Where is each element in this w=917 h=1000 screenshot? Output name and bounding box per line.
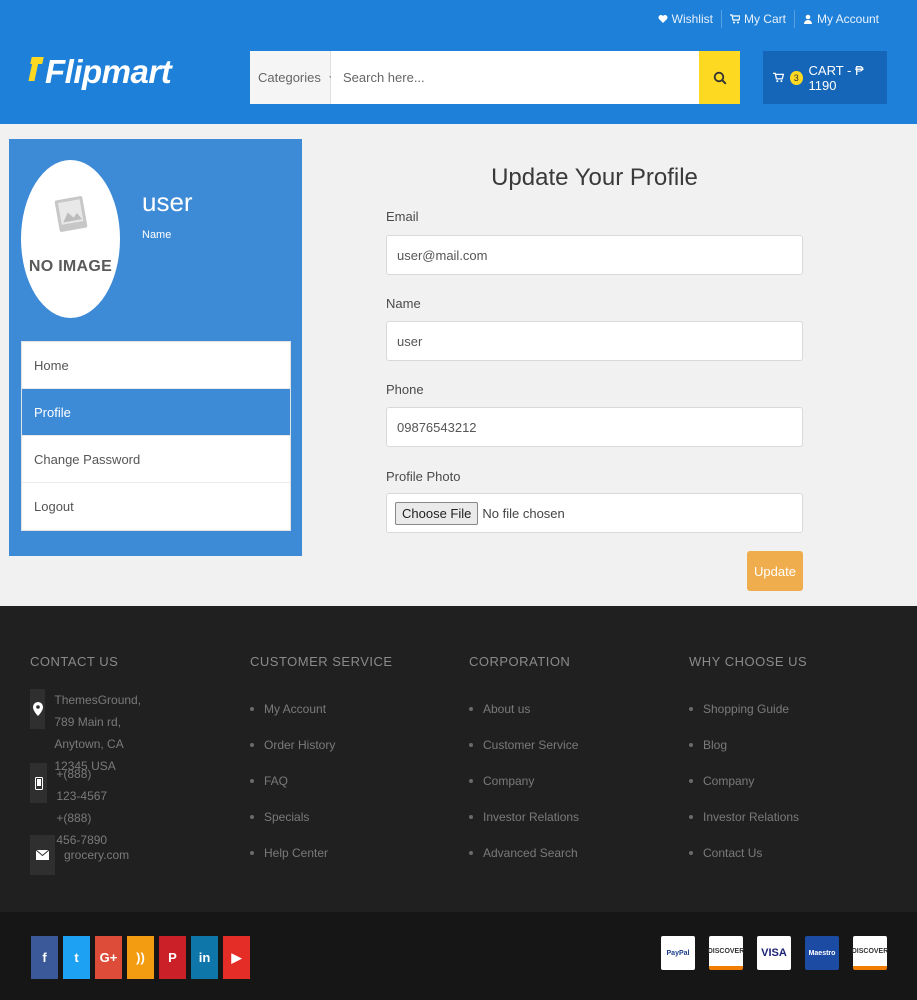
no-file-chosen-text: No file chosen bbox=[482, 505, 565, 521]
customer-service-column: CUSTOMER SERVICE My Account Order Histor… bbox=[250, 654, 393, 871]
why-choose-us-list: Shopping Guide Blog Company Investor Rel… bbox=[689, 691, 807, 871]
pinterest-icon[interactable]: P bbox=[159, 936, 186, 979]
customer-service-list: My Account Order History FAQ Specials He… bbox=[250, 691, 393, 871]
avatar: NO IMAGE bbox=[21, 160, 120, 318]
site-logo[interactable]: Flipmart bbox=[28, 53, 172, 91]
categories-dropdown[interactable]: Categories bbox=[250, 51, 335, 104]
update-button[interactable]: Update bbox=[747, 551, 803, 591]
footer-link[interactable]: Help Center bbox=[250, 835, 393, 871]
facebook-icon[interactable]: f bbox=[31, 936, 58, 979]
sidebar-item-profile[interactable]: Profile bbox=[22, 389, 290, 436]
cart-icon bbox=[729, 14, 740, 24]
profile-photo-label: Profile Photo bbox=[386, 469, 461, 484]
twitter-icon[interactable]: t bbox=[63, 936, 90, 979]
phone-1: +(888) 123-4567 bbox=[56, 767, 108, 803]
footer-link[interactable]: My Account bbox=[250, 691, 393, 727]
wishlist-label: Wishlist bbox=[671, 12, 713, 26]
wishlist-link[interactable]: Wishlist bbox=[650, 10, 721, 28]
phone-field[interactable] bbox=[386, 407, 803, 447]
my-account-link[interactable]: My Account bbox=[793, 10, 887, 28]
footer-bottom-bar: f t G+ )) P in ▶ PayPal DISCOVER VISA Ma… bbox=[0, 912, 917, 1000]
payment-methods: PayPal DISCOVER VISA Maestro DISCOVER bbox=[661, 936, 888, 970]
rss-icon[interactable]: )) bbox=[127, 936, 154, 979]
paypal-icon: PayPal bbox=[661, 936, 695, 970]
phone-label: Phone bbox=[386, 382, 424, 397]
name-label: Name bbox=[386, 296, 421, 311]
footer-link[interactable]: Contact Us bbox=[689, 835, 807, 871]
footer-link[interactable]: Shopping Guide bbox=[689, 691, 807, 727]
youtube-icon[interactable]: ▶ bbox=[223, 936, 250, 979]
heart-icon bbox=[658, 15, 668, 23]
my-cart-label: My Cart bbox=[743, 12, 786, 26]
user-name: user bbox=[142, 187, 193, 217]
image-placeholder-icon bbox=[54, 196, 88, 232]
logo-text: Flipmart bbox=[45, 53, 172, 90]
footer-link[interactable]: Investor Relations bbox=[689, 799, 807, 835]
address-line-1: ThemesGround, 789 Main rd, bbox=[54, 693, 142, 729]
my-account-label: My Account bbox=[816, 12, 879, 26]
corporation-column: CORPORATION About us Customer Service Co… bbox=[469, 654, 579, 871]
footer-link[interactable]: Advanced Search bbox=[469, 835, 579, 871]
search-button[interactable] bbox=[699, 51, 740, 104]
cart-total: CART - ₱ 1190 bbox=[808, 62, 864, 93]
social-links: f t G+ )) P in ▶ bbox=[31, 936, 250, 979]
choose-file-button[interactable]: Choose File bbox=[395, 501, 479, 525]
user-name-caption: Name bbox=[142, 229, 172, 241]
cart-button[interactable]: 3 CART - ₱ 1190 bbox=[763, 51, 887, 104]
contact-us-heading: CONTACT US bbox=[30, 654, 119, 669]
search-icon bbox=[713, 71, 727, 85]
corporation-heading: CORPORATION bbox=[469, 654, 571, 669]
email-label: Email bbox=[386, 209, 419, 224]
sidebar-item-logout[interactable]: Logout bbox=[22, 483, 290, 530]
cart-count-badge: 3 bbox=[789, 70, 803, 85]
why-choose-us-heading: WHY CHOOSE US bbox=[689, 654, 808, 669]
site-footer: CONTACT US ThemesGround, 789 Main rd, An… bbox=[0, 606, 917, 912]
sidebar-item-home[interactable]: Home bbox=[22, 342, 290, 389]
no-image-label: NO IMAGE bbox=[28, 258, 113, 275]
search-input[interactable] bbox=[331, 51, 699, 104]
logo-mark-icon bbox=[28, 57, 44, 87]
google-plus-icon[interactable]: G+ bbox=[95, 936, 122, 979]
envelope-icon bbox=[30, 835, 55, 875]
footer-link[interactable]: Customer Service bbox=[469, 727, 579, 763]
email-row: grocery.com bbox=[30, 835, 129, 875]
email-field[interactable] bbox=[386, 235, 803, 275]
categories-label: Categories bbox=[258, 70, 321, 85]
corporation-list: About us Customer Service Company Invest… bbox=[469, 691, 579, 871]
sidebar-menu: Home Profile Change Password Logout bbox=[21, 341, 291, 531]
contact-us-column: CONTACT US ThemesGround, 789 Main rd, An… bbox=[30, 654, 141, 875]
footer-link[interactable]: Company bbox=[689, 763, 807, 799]
page-title: Update Your Profile bbox=[491, 164, 698, 191]
mobile-phone-icon bbox=[30, 763, 48, 803]
footer-link[interactable]: Investor Relations bbox=[469, 799, 579, 835]
maestro-icon: Maestro bbox=[805, 936, 839, 970]
profile-sidebar: NO IMAGE user Name Home Profile Change P… bbox=[9, 139, 302, 556]
profile-photo-input: Choose File No file chosen bbox=[386, 493, 803, 533]
email-link[interactable]: grocery.com bbox=[64, 835, 129, 875]
footer-link[interactable]: FAQ bbox=[250, 763, 393, 799]
site-header: Wishlist My Cart My Account Flipmart Cat… bbox=[0, 0, 917, 124]
footer-link[interactable]: About us bbox=[469, 691, 579, 727]
footer-link[interactable]: Blog bbox=[689, 727, 807, 763]
user-icon bbox=[803, 14, 812, 24]
my-cart-link[interactable]: My Cart bbox=[720, 10, 794, 28]
search-bar: Categories bbox=[250, 51, 740, 104]
sidebar-item-change-password[interactable]: Change Password bbox=[22, 436, 290, 483]
cart-icon bbox=[773, 72, 784, 83]
visa-icon: VISA bbox=[757, 936, 791, 970]
footer-link[interactable]: Company bbox=[469, 763, 579, 799]
top-links: Wishlist My Cart My Account bbox=[650, 10, 887, 28]
name-field[interactable] bbox=[386, 321, 803, 361]
customer-service-heading: CUSTOMER SERVICE bbox=[250, 654, 393, 669]
footer-link[interactable]: Specials bbox=[250, 799, 393, 835]
map-marker-icon bbox=[30, 689, 46, 729]
discover-icon: DISCOVER bbox=[708, 936, 744, 970]
footer-link[interactable]: Order History bbox=[250, 727, 393, 763]
discover-icon: DISCOVER bbox=[852, 936, 888, 970]
linkedin-icon[interactable]: in bbox=[191, 936, 218, 979]
why-choose-us-column: WHY CHOOSE US Shopping Guide Blog Compan… bbox=[689, 654, 807, 871]
